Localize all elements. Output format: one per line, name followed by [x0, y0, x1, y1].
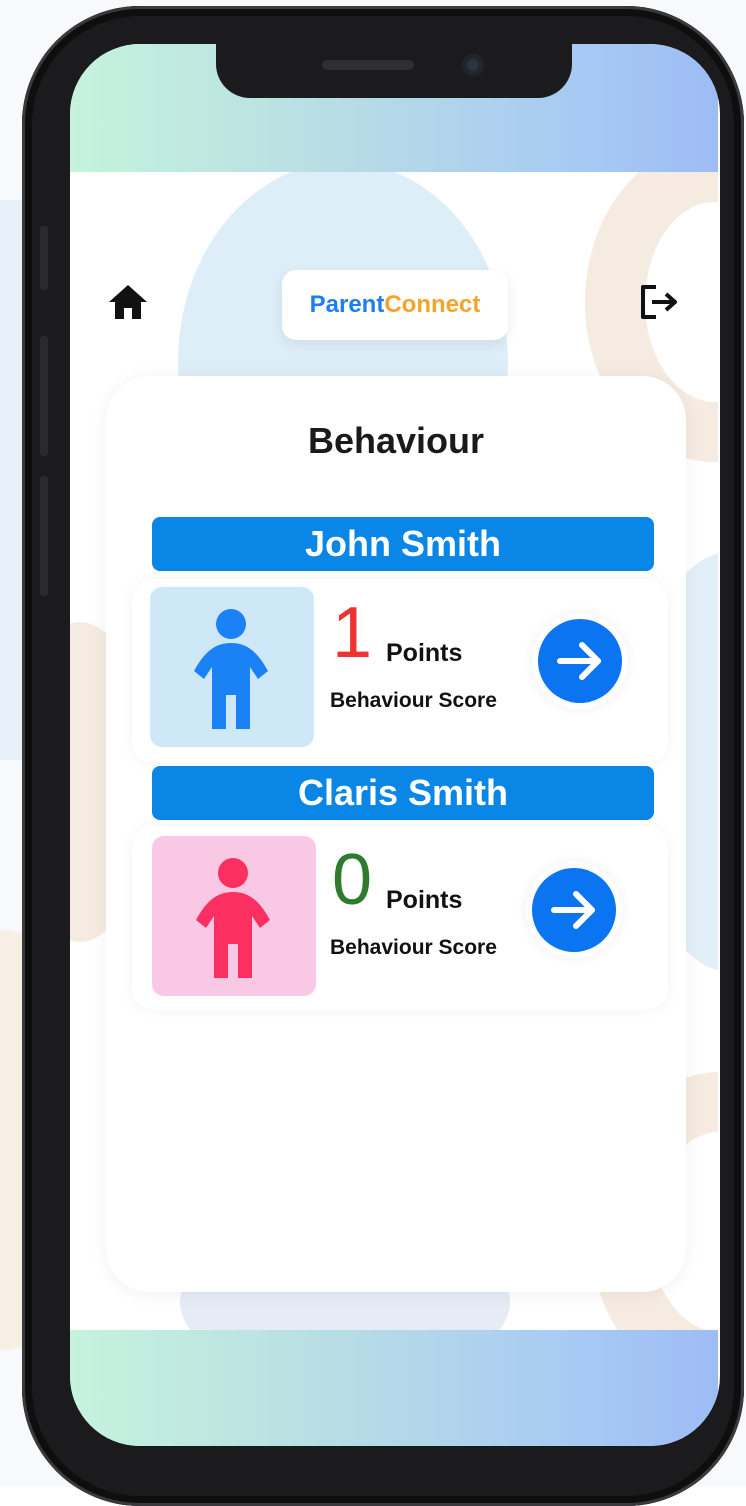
phone-screen: Parent Connect Behaviour John Smith 1 Po… — [70, 44, 720, 1446]
child-icon — [194, 609, 268, 729]
child-row-john-smith: 1 Points Behaviour Score — [132, 579, 668, 763]
view-details-button[interactable] — [526, 862, 622, 958]
logout-icon[interactable] — [638, 282, 682, 322]
logo-text-part2: Connect — [384, 291, 481, 318]
behaviour-card: Behaviour John Smith 1 Points Behaviour … — [106, 376, 686, 1292]
points-label: Points — [386, 886, 463, 914]
app-logo: Parent Connect — [282, 270, 508, 340]
child-name-header: John Smith — [152, 517, 654, 571]
phone-notch — [216, 44, 572, 98]
phone-side-button — [40, 226, 48, 290]
child-avatar — [152, 836, 316, 996]
score-value: 0 — [332, 840, 373, 920]
child-name-header: Claris Smith — [152, 766, 654, 820]
view-details-button[interactable] — [532, 613, 628, 709]
phone-side-button — [40, 336, 48, 456]
points-label: Points — [386, 639, 463, 667]
logo-text-part1: Parent — [309, 291, 385, 318]
child-icon — [196, 858, 270, 978]
arrow-right-icon — [557, 642, 601, 680]
bottom-gradient-band — [70, 1330, 718, 1446]
phone-side-button — [40, 476, 48, 596]
phone-frame: Parent Connect Behaviour John Smith 1 Po… — [22, 6, 744, 1506]
home-icon[interactable] — [106, 282, 150, 322]
speaker-grille — [322, 60, 414, 70]
arrow-right-icon — [551, 891, 595, 929]
camera-icon — [462, 54, 484, 76]
page-title: Behaviour — [307, 420, 485, 461]
score-value: 1 — [332, 593, 373, 673]
behaviour-score-label: Behaviour Score — [330, 936, 497, 959]
child-row-claris-smith: 0 Points Behaviour Score — [132, 826, 668, 1010]
behaviour-score-label: Behaviour Score — [330, 689, 497, 712]
child-avatar — [150, 587, 314, 747]
